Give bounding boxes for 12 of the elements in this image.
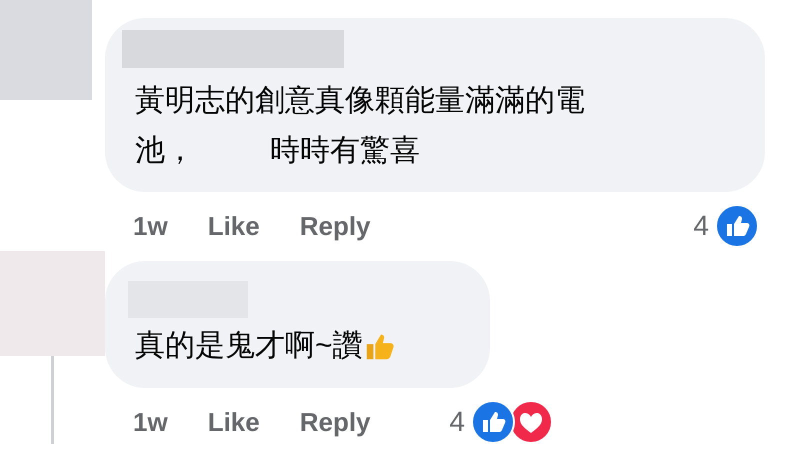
comment-text: 黃明志的創意真像顆能量滿滿的電 [135,83,585,119]
timestamp: 1w [133,210,168,242]
comment-text: 真的是鬼才啊~讚 [135,328,363,364]
reaction-count: 4 [693,209,709,243]
reaction-count: 4 [449,405,465,439]
reply-button[interactable]: Reply [300,402,371,442]
comment-text: 池， [135,133,195,169]
like-button[interactable]: Like [208,402,260,442]
like-button[interactable]: Like [208,206,260,246]
reply-button[interactable]: Reply [300,206,371,246]
timestamp: 1w [133,406,168,438]
comment-text: 時時有驚喜 [270,133,420,169]
